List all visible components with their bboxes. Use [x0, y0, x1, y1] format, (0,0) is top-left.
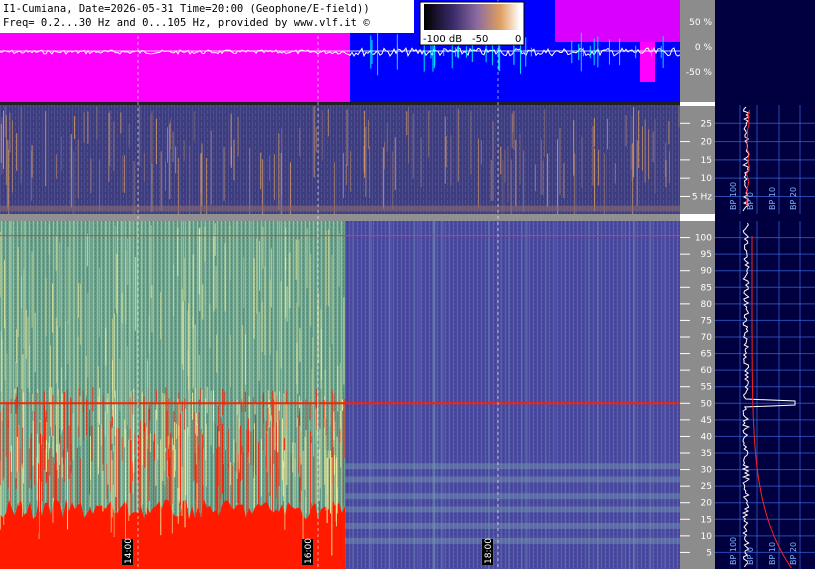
pct-label-50: 50 %	[689, 18, 712, 28]
lower-tick-label: 35	[701, 449, 712, 459]
upper-tick-label: 10	[701, 174, 713, 184]
upper-tick-label: 20	[701, 138, 713, 148]
lower-tick-label: 60	[701, 366, 713, 376]
vlf-display: 50 % 0 % -50 % 5 Hz 10 15 20 25 5 10 15 20 25 30 3…	[0, 0, 815, 569]
lower-tick-label: 65	[701, 350, 712, 360]
profile-bp-label: BP 20	[789, 187, 798, 210]
profile-bp-label: BP 10	[768, 187, 777, 210]
lower-tick-label: 80	[701, 300, 713, 310]
profile-bp-label: BP 20	[789, 542, 798, 565]
waveform-upper-noise	[555, 0, 680, 42]
panel-separator	[0, 214, 680, 221]
colorbar-label-max: 0	[515, 34, 521, 45]
upper-tick-label: 15	[701, 156, 712, 166]
lower-tick-label: 55	[701, 383, 712, 393]
time-label-group: 14:00	[122, 538, 134, 565]
colorbar-label-mid: -50	[472, 34, 488, 45]
lower-tick-label: 30	[701, 466, 713, 476]
time-label: 14:00	[124, 538, 134, 564]
colorbar-label-min: -100 dB	[423, 34, 462, 45]
lower-tick-label: 100	[695, 234, 712, 244]
profile-bp-label: BP 100	[729, 537, 738, 565]
upper-tick-label: 25	[701, 119, 712, 129]
lower-tick-label: 40	[701, 432, 713, 442]
profile-bp-label: BP 0	[746, 547, 755, 565]
lower-tick-label: 50	[701, 399, 713, 409]
lower-tick-label: 15	[701, 515, 712, 525]
time-label: 18:00	[484, 538, 494, 564]
profile-bp-label: BP 10	[768, 542, 777, 565]
spectrogram-upper	[0, 105, 680, 214]
lower-tick-label: 5	[706, 548, 712, 558]
upper-tick-label: 5 Hz	[692, 192, 712, 202]
colorbar-gradient	[424, 4, 520, 30]
time-label-group: 16:00	[302, 538, 314, 565]
spectrogram-lower	[0, 221, 680, 569]
pct-label-0: 0 %	[695, 43, 713, 53]
pct-label-minus50: -50 %	[686, 68, 713, 78]
lower-tick-label: 25	[701, 482, 712, 492]
header-line-2: Freq= 0.2...30 Hz and 0...105 Hz, provid…	[3, 17, 370, 29]
lower-tick-label: 10	[701, 532, 713, 542]
lower-tick-label: 45	[701, 416, 712, 426]
profile-bp-label: BP 100	[729, 182, 738, 210]
time-label: 16:00	[304, 538, 314, 564]
colorbar: -100 dB -50 0	[419, 1, 525, 46]
lower-tick-label: 85	[701, 283, 712, 293]
header-line-1: I1-Cumiana, Date=2026-05-31 Time=20:00 (…	[3, 3, 370, 15]
lower-tick-label: 20	[701, 499, 713, 509]
time-label-group: 18:00	[482, 538, 494, 565]
spectrogram-upper-bg	[0, 105, 680, 214]
lower-tick-label: 90	[701, 267, 713, 277]
profile-bp-label: BP 0	[746, 192, 755, 210]
lower-tick-label: 75	[701, 316, 712, 326]
lower-tick-label: 70	[701, 333, 713, 343]
spectrogram-low-band	[0, 205, 680, 212]
lower-tick-label: 95	[701, 250, 712, 260]
